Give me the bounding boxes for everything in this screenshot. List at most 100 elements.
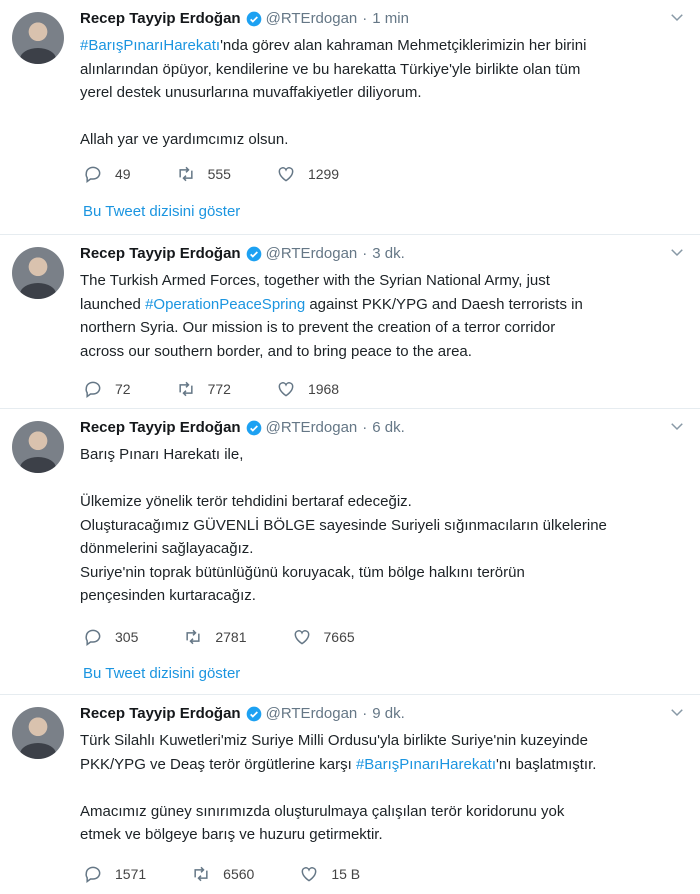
tweet-text-line: northern Syria. Our mission is to preven… [80,319,556,336]
timestamp[interactable]: 1 min [372,10,409,27]
retweet-count: 555 [207,166,231,182]
tweet-actions: 305 2781 7665 [83,627,400,647]
avatar[interactable] [12,12,64,64]
separator: · [362,419,368,436]
heart-icon [278,382,294,397]
tweet-text-line: Türk Silahlı Kuwetleri'miz Suriye Milli … [80,732,588,749]
retweet-icon [178,166,193,182]
author-name[interactable]: Recep Tayyip Erdoğan [80,245,241,262]
hashtag-link[interactable]: #OperationPeaceSpring [145,296,305,313]
retweet-button[interactable]: 6560 [191,864,254,884]
chevron-down-icon[interactable] [668,417,686,435]
tweet[interactable]: Recep Tayyip Erdoğan @RTErdogan · 1 min … [0,0,700,235]
tweet-text-line: Suriye'nin toprak bütünlüğünü koruyacak,… [80,563,525,581]
hashtag-link[interactable]: #BarışPınarıHarekatı [356,756,496,773]
retweet-count: 772 [207,381,231,397]
retweet-button[interactable]: 772 [176,379,231,399]
tweet-text-line: Oluşturacağımız GÜVENLİ BÖLGE sayesinde … [80,516,607,534]
tweet-text: #BarışPınarıHarekatı'nda görev alan kahr… [80,34,685,152]
verified-badge-icon [246,706,261,721]
tweet-text-line: 'nda görev alan kahraman Mehmetçiklerimi… [220,37,587,54]
verified-badge-icon [246,420,261,435]
tweet-text-line: across our southern border, and to bring… [80,342,472,360]
retweet-icon [178,381,193,397]
author-name[interactable]: Recep Tayyip Erdoğan [80,10,241,27]
tweet-actions: 49 555 1299 [83,164,384,184]
tweet[interactable]: Recep Tayyip Erdoğan @RTErdogan · 9 dk. … [0,695,700,894]
verified-badge-icon [246,11,261,26]
tweet[interactable]: Recep Tayyip Erdoğan @RTErdogan · 6 dk. … [0,409,700,695]
heart-icon [301,867,317,882]
reply-icon [85,166,101,183]
tweet-text-line: 'nı başlatmıştır. [496,755,597,773]
like-button[interactable]: 7665 [292,627,355,647]
separator: · [362,705,368,722]
verified-badge-icon [246,246,261,261]
tweet-header: Recep Tayyip Erdoğan @RTErdogan · 9 dk. [80,705,405,722]
tweet-text-line: yerel destek unusurlarına muvaffakiyetle… [80,84,422,101]
show-thread-link[interactable]: Bu Tweet dizisini göster [83,203,240,220]
like-button[interactable]: 1299 [276,164,339,184]
author-handle[interactable]: @RTErdogan [266,705,358,722]
avatar[interactable] [12,421,64,473]
reply-button[interactable]: 305 [83,627,138,647]
separator: · [362,245,368,262]
show-thread-link[interactable]: Bu Tweet dizisini göster [83,665,240,682]
timestamp[interactable]: 3 dk. [372,245,405,262]
tweet-header: Recep Tayyip Erdoğan @RTErdogan · 1 min [80,10,409,27]
tweet-text-line: The Turkish Armed Forces, together with … [80,272,550,289]
retweet-icon [194,866,208,882]
tweet-text: Barış Pınarı Harekatı ile, Ülkemize yöne… [80,443,685,608]
retweet-count: 6560 [223,866,255,882]
like-count: 15 B [331,866,361,882]
tweet-text-line: alınlarından öpüyor, kendilerine ve bu h… [80,60,581,78]
reply-count: 49 [115,166,131,182]
author-handle[interactable]: @RTErdogan [266,419,358,436]
retweet-button[interactable]: 555 [176,164,231,184]
reply-button[interactable]: 72 [83,379,131,399]
tweet-text-line: etmek ve bölgeye barış ve huzuru getirme… [80,826,383,843]
chevron-down-icon[interactable] [668,703,686,721]
like-count: 1299 [307,166,340,182]
hashtag-link[interactable]: #BarışPınarıHarekatı [80,37,220,54]
reply-count: 72 [115,381,131,397]
tweet-text-line: against PKK/YPG and Daesh terrorists in [305,295,583,313]
tweet-actions: 1571 6560 15 B [83,864,405,884]
separator: · [362,10,368,27]
like-count: 7665 [323,629,355,645]
tweet-text-line: dönmelerini sağlayacağız. [80,540,254,557]
author-handle[interactable]: @RTErdogan [266,10,358,27]
tweet-text-line: launched [80,295,146,313]
retweet-count: 2781 [215,629,247,645]
tweet-text-line: Barış Pınarı Harekatı ile, [80,446,244,463]
reply-count: 1571 [115,866,147,882]
tweet-text-line: Amacımız güney sınırımızda oluşturulmaya… [80,802,565,820]
reply-button[interactable]: 1571 [83,864,146,884]
chevron-down-icon[interactable] [668,243,686,261]
author-name[interactable]: Recep Tayyip Erdoğan [80,419,241,436]
retweet-icon [186,629,200,645]
timestamp[interactable]: 9 dk. [372,705,405,722]
tweet-header: Recep Tayyip Erdoğan @RTErdogan · 6 dk. [80,419,405,436]
timestamp[interactable]: 6 dk. [372,419,405,436]
reply-button[interactable]: 49 [83,164,131,184]
tweet-text-line: PKK/YPG ve Deaş terör örgütlerine karşı [80,755,356,773]
tweet-text-line: Ülkemize yönelik terör tehdidini bertara… [80,493,412,510]
tweet[interactable]: Recep Tayyip Erdoğan @RTErdogan · 3 dk. … [0,235,700,409]
reply-icon [85,381,101,398]
heart-icon [294,630,309,645]
tweet-text: Türk Silahlı Kuwetleri'miz Suriye Milli … [80,729,685,847]
like-button[interactable]: 1968 [276,379,339,399]
like-button[interactable]: 15 B [299,864,360,884]
avatar[interactable] [12,707,64,759]
chevron-down-icon[interactable] [668,8,686,26]
author-handle[interactable]: @RTErdogan [266,245,358,262]
tweet-text: The Turkish Armed Forces, together with … [80,269,685,363]
author-name[interactable]: Recep Tayyip Erdoğan [80,705,241,722]
reply-count: 305 [115,629,139,645]
retweet-button[interactable]: 2781 [183,627,247,647]
reply-icon [85,866,101,883]
tweet-text-line: pençesinden kurtaracağız. [80,587,256,604]
heart-icon [278,167,294,182]
avatar[interactable] [12,247,64,299]
